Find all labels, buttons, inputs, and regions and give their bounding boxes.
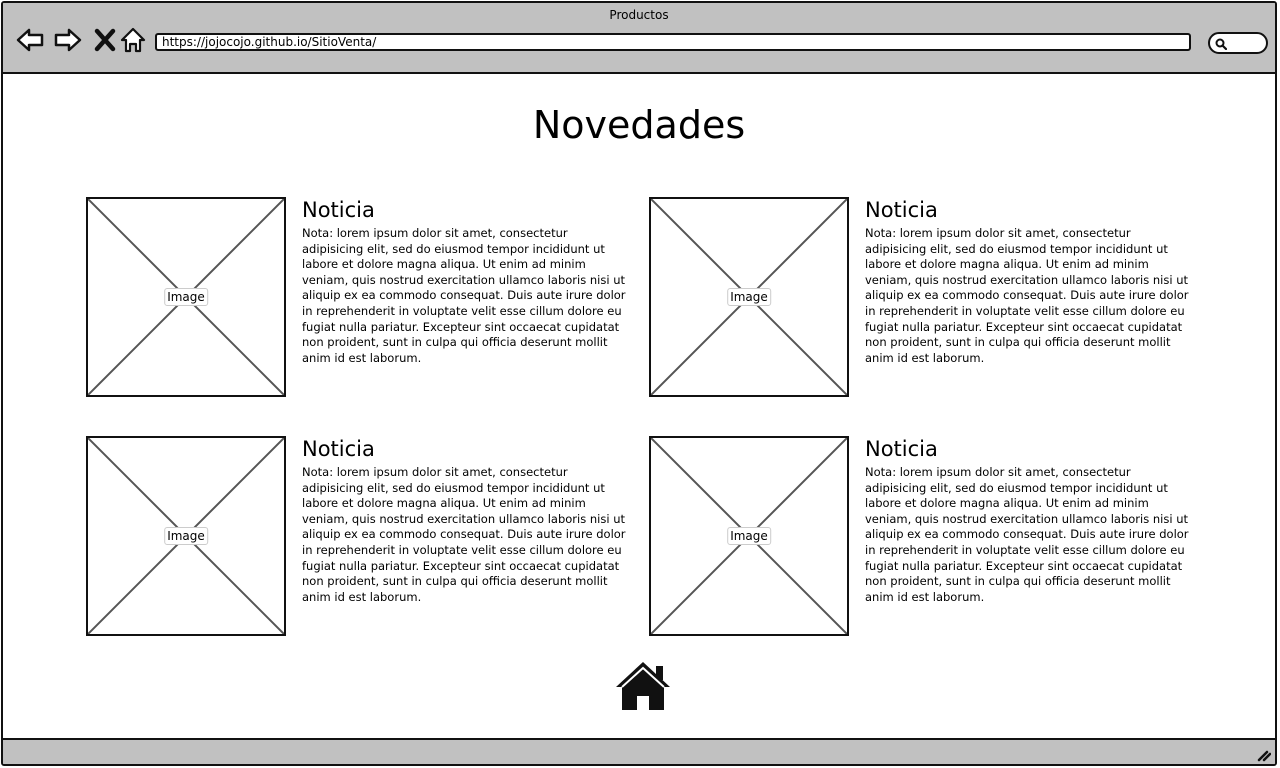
home-icon[interactable]: [613, 660, 673, 712]
card-text-line: labore et dolore magna aliqua. Ut enim a…: [865, 496, 1149, 511]
card-text-line: in reprehenderit in voluptate velit esse…: [302, 542, 622, 557]
card-text-line: aliquip ex ea commodo consequat. Duis au…: [302, 527, 626, 542]
card-text: Nota: lorem ipsum dolor sit amet, consec…: [865, 465, 1203, 605]
card-text-line: fugiat nulla pariatur. Excepteur sint oc…: [302, 558, 620, 573]
card-text-line: fugiat nulla pariatur. Excepteur sint oc…: [302, 319, 620, 334]
search-icon: [1215, 38, 1227, 50]
resize-grip-icon[interactable]: [1255, 746, 1271, 762]
card-text-line: veniam, quis nostrud exercitation ullamc…: [865, 272, 1188, 287]
card-text: Nota: lorem ipsum dolor sit amet, consec…: [865, 226, 1203, 366]
url-bar[interactable]: https://jojocojo.github.io/SitioVenta/: [155, 33, 1191, 51]
image-label: Image: [164, 527, 208, 545]
card-text-line: adipisicing elit, sed do eiusmod tempor …: [302, 241, 605, 256]
card-text-line: in reprehenderit in voluptate velit esse…: [865, 303, 1185, 318]
card-text-line: non proident, sunt in culpa qui officia …: [865, 574, 1171, 589]
card-text-line: adipisicing elit, sed do eiusmod tempor …: [302, 480, 605, 495]
card-text-line: fugiat nulla pariatur. Excepteur sint oc…: [865, 558, 1183, 573]
forward-arrow-icon[interactable]: [53, 25, 83, 55]
card-image: Image: [649, 197, 849, 397]
card-text-line: labore et dolore magna aliqua. Ut enim a…: [302, 496, 586, 511]
card-text-line: non proident, sunt in culpa qui officia …: [302, 335, 608, 350]
card-image: Image: [86, 197, 286, 397]
image-label: Image: [727, 527, 771, 545]
card-text-line: non proident, sunt in culpa qui officia …: [302, 574, 608, 589]
card-image: Image: [86, 436, 286, 636]
card-text-line: anim id est laborum.: [302, 350, 422, 365]
card-text: Nota: lorem ipsum dolor sit amet, consec…: [302, 226, 640, 366]
card-text-line: aliquip ex ea commodo consequat. Duis au…: [865, 527, 1189, 542]
card-text-line: anim id est laborum.: [302, 589, 422, 604]
card-text-line: adipisicing elit, sed do eiusmod tempor …: [865, 241, 1168, 256]
card-text: Nota: lorem ipsum dolor sit amet, consec…: [302, 465, 640, 605]
card-heading: Noticia: [302, 437, 375, 461]
card-text-line: labore et dolore magna aliqua. Ut enim a…: [302, 257, 586, 272]
card-text-line: fugiat nulla pariatur. Excepteur sint oc…: [865, 319, 1183, 334]
image-label: Image: [164, 288, 208, 306]
card-text-line: Nota: lorem ipsum dolor sit amet, consec…: [302, 226, 568, 240]
card-text-line: adipisicing elit, sed do eiusmod tempor …: [865, 480, 1168, 495]
card-text-line: non proident, sunt in culpa qui officia …: [865, 335, 1171, 350]
card-text-line: veniam, quis nostrud exercitation ullamc…: [302, 272, 625, 287]
home-icon[interactable]: [118, 25, 148, 55]
card-text-line: in reprehenderit in voluptate velit esse…: [865, 542, 1185, 557]
card-heading: Noticia: [302, 198, 375, 222]
card-text-line: veniam, quis nostrud exercitation ullamc…: [302, 511, 625, 526]
card-text-line: veniam, quis nostrud exercitation ullamc…: [865, 511, 1188, 526]
close-x-icon[interactable]: [91, 25, 121, 55]
window-title: Productos: [609, 8, 669, 22]
card-heading: Noticia: [865, 198, 938, 222]
card-text-line: anim id est laborum.: [865, 589, 985, 604]
image-label: Image: [727, 288, 771, 306]
browser-window: Productos https://jojocojo.github.io/Sit…: [1, 1, 1277, 766]
card-text-line: Nota: lorem ipsum dolor sit amet, consec…: [865, 226, 1131, 240]
card-text-line: Nota: lorem ipsum dolor sit amet, consec…: [865, 465, 1131, 479]
card-text-line: Nota: lorem ipsum dolor sit amet, consec…: [302, 465, 568, 479]
search-box[interactable]: [1208, 32, 1268, 54]
card-text-line: labore et dolore magna aliqua. Ut enim a…: [865, 257, 1149, 272]
card-text-line: anim id est laborum.: [865, 350, 985, 365]
back-arrow-icon[interactable]: [15, 25, 45, 55]
card-image: Image: [649, 436, 849, 636]
title-bar: Productos https://jojocojo.github.io/Sit…: [3, 3, 1275, 74]
page-title: Novedades: [532, 103, 746, 147]
status-bar: [3, 738, 1275, 764]
card-text-line: aliquip ex ea commodo consequat. Duis au…: [865, 288, 1189, 303]
card-text-line: in reprehenderit in voluptate velit esse…: [302, 303, 622, 318]
card-heading: Noticia: [865, 437, 938, 461]
card-text-line: aliquip ex ea commodo consequat. Duis au…: [302, 288, 626, 303]
